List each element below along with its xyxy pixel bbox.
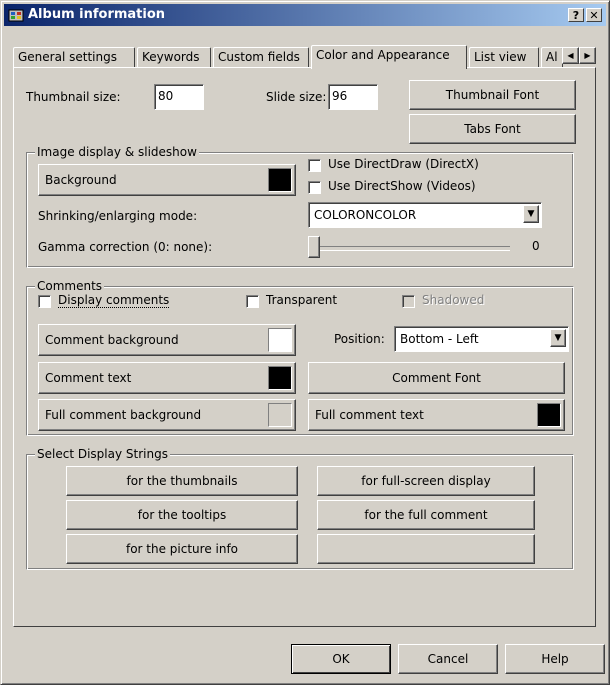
help-title-button[interactable]: ? <box>568 8 584 22</box>
full-comment-text-button[interactable]: Full comment text <box>308 399 565 431</box>
slide-size-label: Slide size: <box>266 90 327 104</box>
comment-background-label: Comment background <box>45 333 179 347</box>
triangle-right-icon: ▶ <box>584 51 591 60</box>
tabs-font-button[interactable]: Tabs Font <box>409 114 576 144</box>
for-thumbnails-button[interactable]: for the thumbnails <box>66 466 298 496</box>
tab-strip: General settings Keywords Custom fields … <box>13 45 605 69</box>
gamma-value: 0 <box>532 239 540 253</box>
window-title: Album information <box>28 7 166 22</box>
cancel-button[interactable]: Cancel <box>398 644 498 674</box>
display-comments-checkbox[interactable] <box>38 295 51 308</box>
comment-background-button[interactable]: Comment background <box>38 324 296 356</box>
comment-text-button[interactable]: Comment text <box>38 362 296 394</box>
transparent-checkbox[interactable] <box>246 295 259 308</box>
album-icon <box>8 9 24 22</box>
for-full-comment-button[interactable]: for the full comment <box>317 500 535 530</box>
full-comment-background-label: Full comment background <box>45 408 202 422</box>
help-button[interactable]: Help <box>505 644 605 674</box>
full-comment-background-button[interactable]: Full comment background <box>38 399 296 431</box>
for-full-screen-button[interactable]: for full-screen display <box>317 466 535 496</box>
full-comment-background-swatch <box>268 403 292 427</box>
gamma-correction-label: Gamma correction (0: none): <box>38 240 213 254</box>
transparent-label: Transparent <box>266 293 338 307</box>
use-directshow-label: Use DirectShow (Videos) <box>328 179 476 193</box>
shrinking-mode-label: Shrinking/enlarging mode: <box>38 209 198 223</box>
position-select[interactable]: Bottom - Left ▼ <box>394 326 569 352</box>
shrinking-mode-value: COLORONCOLOR <box>314 208 417 222</box>
tab-color-and-appearance[interactable]: Color and Appearance <box>311 45 467 69</box>
tab-panel: Thumbnail size: 80 Slide size: 96 Thumbn… <box>13 67 596 627</box>
title-bar: Album information ? ✕ <box>4 4 606 26</box>
position-value: Bottom - Left <box>400 332 479 346</box>
display-comments-label: Display comments <box>58 293 170 308</box>
tab-general-settings[interactable]: General settings <box>13 47 135 67</box>
tab-al[interactable]: Al <box>541 47 563 67</box>
tab-list-view[interactable]: List view <box>469 47 539 67</box>
tab-custom-fields[interactable]: Custom fields <box>213 47 309 67</box>
image-display-group-label: Image display & slideshow <box>35 145 199 159</box>
background-button[interactable]: Background <box>38 164 296 196</box>
close-title-button[interactable]: ✕ <box>586 8 602 22</box>
background-button-label: Background <box>45 173 117 187</box>
shrinking-mode-select[interactable]: COLORONCOLOR ▼ <box>308 202 542 228</box>
triangle-left-icon: ◀ <box>567 51 574 60</box>
use-directdraw-label: Use DirectDraw (DirectX) <box>328 157 479 171</box>
tab-scroll-right-button[interactable]: ▶ <box>579 47 596 64</box>
use-directshow-checkbox[interactable] <box>308 181 321 194</box>
comments-group-label: Comments <box>35 279 105 293</box>
thumbnail-size-label: Thumbnail size: <box>26 90 121 104</box>
comment-text-swatch <box>268 366 292 390</box>
dropdown-arrow-button[interactable]: ▼ <box>523 205 539 223</box>
album-information-window: Album information ? ✕ General settings K… <box>0 0 610 685</box>
tab-keywords[interactable]: Keywords <box>137 47 211 67</box>
gamma-slider-track[interactable] <box>314 246 510 251</box>
shadowed-checkbox <box>402 295 415 308</box>
comment-background-swatch <box>268 328 292 352</box>
for-picture-info-button[interactable]: for the picture info <box>66 534 298 564</box>
display-strings-group-label: Select Display Strings <box>35 447 170 461</box>
empty-display-string-button[interactable] <box>317 534 535 564</box>
full-comment-text-swatch <box>537 403 561 427</box>
full-comment-text-label: Full comment text <box>315 408 424 422</box>
shadowed-label: Shadowed <box>422 293 485 307</box>
use-directdraw-checkbox[interactable] <box>308 159 321 172</box>
comment-font-button[interactable]: Comment Font <box>308 362 565 394</box>
tab-scroll-left-button[interactable]: ◀ <box>562 47 579 64</box>
triangle-down-icon: ▼ <box>554 333 562 343</box>
thumbnail-size-input[interactable]: 80 <box>154 84 204 110</box>
background-color-swatch <box>268 168 292 192</box>
ok-button[interactable]: OK <box>291 644 391 674</box>
dropdown-arrow-button[interactable]: ▼ <box>550 329 566 347</box>
for-tooltips-button[interactable]: for the tooltips <box>66 500 298 530</box>
gamma-slider-thumb[interactable] <box>308 236 320 258</box>
thumbnail-font-button[interactable]: Thumbnail Font <box>409 80 576 110</box>
position-label: Position: <box>334 332 385 346</box>
comment-text-label: Comment text <box>45 371 132 385</box>
slide-size-input[interactable]: 96 <box>328 84 378 110</box>
triangle-down-icon: ▼ <box>527 209 535 219</box>
